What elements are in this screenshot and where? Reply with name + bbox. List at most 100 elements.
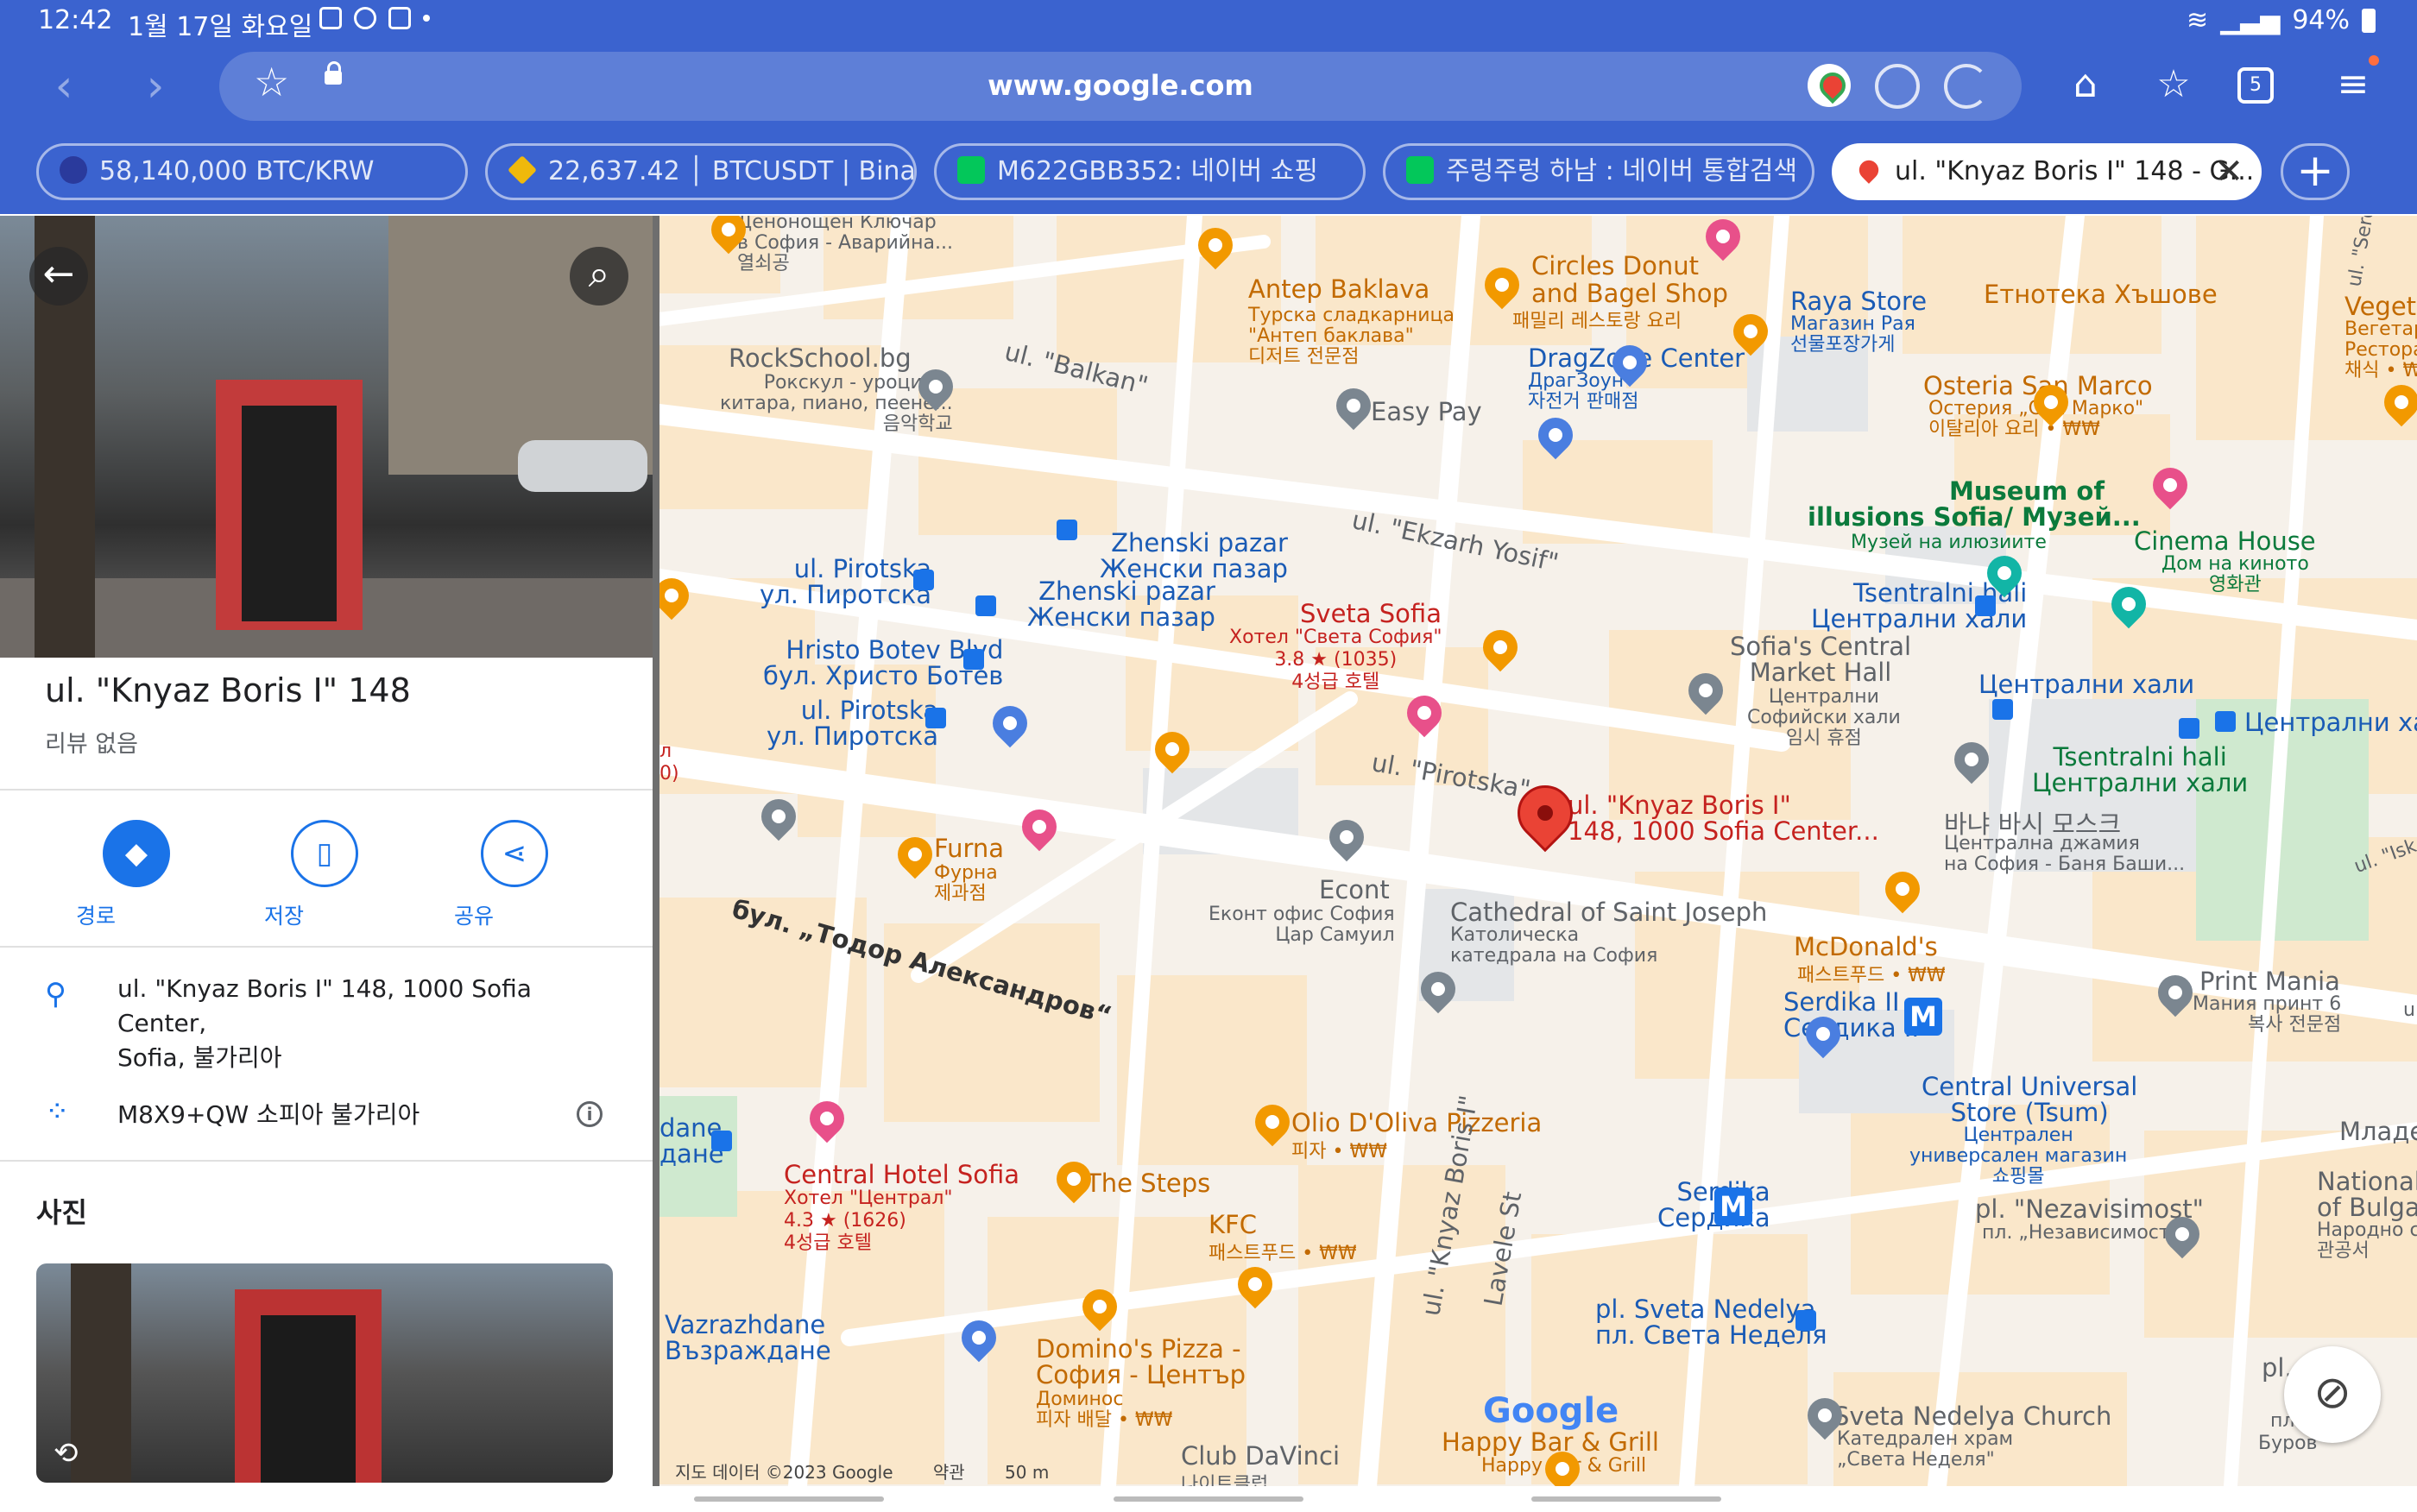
forward-button[interactable]: › — [129, 62, 181, 114]
map-label-museum[interactable]: Museum of — [1949, 476, 2105, 506]
home-icon[interactable]: ⌂ — [2061, 60, 2110, 109]
tab-naver-shopping[interactable]: M622GBB352: 네이버 쇼핑 — [934, 143, 1366, 200]
map-label-raya[interactable]: Raya Store — [1790, 287, 1927, 316]
map-label-zhenski-1[interactable]: Zhenski pazar Женски пазар — [1100, 530, 1288, 582]
menu-icon[interactable]: ≡ — [2329, 60, 2377, 109]
favorites-icon[interactable]: ☆ — [2149, 60, 2198, 109]
map-label-sveta-sofia[interactable]: Sveta Sofia — [1300, 599, 1442, 628]
metro-station-icon[interactable]: M — [1904, 998, 1942, 1036]
bus-stop-icon[interactable] — [2215, 711, 2236, 732]
map-label-dominos[interactable]: Domino's Pizza - София - Център — [1036, 1336, 1246, 1388]
back-arrow-icon[interactable]: ← — [29, 247, 88, 306]
map-label-etnoteka[interactable]: Етнотека Хъшове — [1984, 280, 2218, 309]
bus-stop-icon[interactable] — [975, 595, 996, 616]
gesture-handle[interactable] — [1531, 1496, 1721, 1502]
address-row[interactable]: ⚲ ul. "Knyaz Boris I" 148, 1000 Sofia Ce… — [0, 972, 653, 1072]
back-button[interactable]: ‹ — [38, 62, 90, 114]
map-label-cathedral-sub: Католическа катедрала на София — [1450, 924, 1658, 967]
bus-stop-icon[interactable] — [711, 1131, 732, 1151]
directions-button[interactable]: ◆ 경로 — [76, 820, 197, 929]
map-label-club-davinci[interactable]: Club DaVinci — [1181, 1441, 1340, 1471]
map-label-the-steps[interactable]: The Steps — [1086, 1169, 1210, 1198]
bus-stop-icon[interactable] — [925, 708, 946, 728]
map-label-vegeta[interactable]: Vegeta — [2344, 292, 2417, 321]
tab-binance[interactable]: 22,637.42 │ BTCUSDT | Bina... — [485, 143, 917, 200]
map-label-sveta-nedelya-sq[interactable]: pl. Sveta Nedelya пл. Света Неделя — [1595, 1296, 1827, 1348]
search-icon[interactable]: ⌕ — [570, 247, 628, 306]
divider — [0, 946, 653, 948]
save-button[interactable]: ▯ 저장 — [264, 820, 385, 929]
map-label-tsum[interactable]: Central Universal Store (Tsum) — [1922, 1074, 2137, 1125]
map-label-cinema[interactable]: Cinema House — [2134, 526, 2316, 556]
street-edge: u — [2403, 999, 2415, 1021]
tab-btc-krw[interactable]: 58,140,000 BTC/KRW — [36, 143, 468, 200]
bus-stop-icon[interactable] — [2179, 718, 2199, 739]
gesture-handle[interactable] — [1114, 1496, 1303, 1502]
location-pin-icon: ⚲ — [45, 977, 66, 1011]
plus-code-row[interactable]: ⁘ M8X9+QW 소피아 불가리아 i — [0, 1094, 653, 1146]
map-label-furna[interactable]: Furna — [934, 834, 1004, 863]
panel-resize-handle[interactable] — [653, 216, 659, 1486]
map-label-tsentralni-2[interactable]: Tsentralni hali Централни хали — [2032, 744, 2248, 796]
map-label-nezavisimost[interactable]: pl. "Nezavisimost" — [1975, 1194, 2204, 1224]
map-label-antep[interactable]: Antep Baklava — [1248, 274, 1429, 304]
map-label-circles[interactable]: Circles Donut and Bagel Shop — [1531, 252, 1728, 307]
maps-app-icon[interactable] — [1808, 64, 1851, 107]
tab-count-button[interactable]: 5 — [2237, 67, 2274, 104]
bus-stop-icon[interactable] — [963, 649, 984, 670]
map-label-sveta-nedelya-church[interactable]: Sveta Nedelya Church — [1833, 1402, 2111, 1431]
map-canvas[interactable]: Денонощен Ключар в София - Аварийна... 열쇠공… — [659, 216, 2417, 1486]
bus-stop-icon[interactable] — [1975, 595, 1996, 616]
map-label-serdika-2[interactable]: Serdika II Сердика II — [1783, 989, 1919, 1041]
map-label-vazrazhdane[interactable]: Vazrazhdane Възраждане — [665, 1312, 831, 1364]
gesture-handle[interactable] — [694, 1496, 884, 1502]
map-label-centralni-hali[interactable]: Централни хали — [1978, 670, 2194, 699]
map-label-vegeta-sub: ВегетарРесторан채식 • ₩ — [2344, 318, 2417, 381]
share-button[interactable]: ⋖ 공유 — [454, 820, 575, 929]
tab-naver-search[interactable]: 주렁주렁 하남 : 네이버 통합검색 — [1383, 143, 1814, 200]
map-label-central-market[interactable]: Sofia's Central Market Hall — [1730, 633, 1911, 685]
address-bar[interactable]: ☆ www.google.com — [219, 52, 2022, 121]
map-label-kfc[interactable]: KFC — [1208, 1210, 1257, 1239]
recenter-location-button[interactable]: ⊘ — [2284, 1346, 2381, 1443]
map-label-cathedral[interactable]: Cathedral of Saint Joseph — [1450, 898, 1767, 927]
map-label-denonosht[interactable]: Денонощен Ключар в София - Аварийна... 열쇠공 — [737, 216, 953, 274]
gallery-icon — [319, 7, 342, 29]
map-label-econt[interactable]: Econt — [1319, 875, 1390, 904]
bus-stop-icon[interactable] — [913, 570, 934, 590]
map-label-zhenski-2[interactable]: Zhenski pazar Женски пазар — [1027, 578, 1215, 630]
close-tab-icon[interactable]: ✕ — [2214, 146, 2243, 198]
info-icon[interactable]: i — [577, 1101, 603, 1127]
download-icon[interactable] — [1875, 64, 1920, 109]
map-label-mcdonalds-sub: 패스트푸드 • ₩₩ — [1797, 965, 1946, 986]
bus-stop-icon[interactable] — [1057, 520, 1077, 540]
map-label-easypay[interactable]: Easy Pay — [1371, 397, 1482, 426]
tab-label: 58,140,000 BTC/KRW — [99, 156, 375, 186]
map-label-national[interactable]: Nationalof Bulgar — [2317, 1169, 2417, 1220]
terms-link[interactable]: 약관 — [933, 1462, 965, 1483]
map-label-happy-bar[interactable]: Happy Bar & Grill — [1442, 1427, 1659, 1457]
url-text[interactable]: www.google.com — [219, 69, 2022, 102]
map-label-centralni-hali-2[interactable]: Централни ха — [2244, 708, 2417, 737]
bus-stop-icon[interactable] — [1992, 699, 2013, 720]
signal-icon: ▁▃▅ — [2220, 5, 2281, 35]
map-label-mcdonalds[interactable]: McDonald's — [1794, 932, 1938, 961]
map-label-selected-place[interactable]: ul. "Knyaz Boris I" 148, 1000 Sofia Cente… — [1568, 792, 1879, 844]
street-view-photo[interactable]: ← ⌕ — [0, 216, 653, 658]
new-tab-button[interactable]: + — [2281, 143, 2350, 200]
bus-stop-icon[interactable] — [1795, 1310, 1816, 1331]
map-label-pirotska-1[interactable]: ul. Pirotska ул. Пиротска — [760, 556, 931, 608]
map-label-pirotska-2[interactable]: ul. Pirotska ул. Пиротска — [767, 697, 938, 749]
photo-thumbnail[interactable]: ⟲ — [36, 1263, 613, 1483]
map-label-olio[interactable]: Olio D'Oliva Pizzeria — [1291, 1108, 1542, 1137]
map-label-print-mania[interactable]: Print Mania — [2199, 967, 2340, 996]
map-label-museum-sub: Музей на илюзиите — [1851, 532, 2047, 553]
map-label-central-hotel[interactable]: Central Hotel Sofia — [784, 1160, 1019, 1189]
map-label-rockschool[interactable]: RockSchool.bg — [729, 343, 912, 373]
metro-station-icon[interactable]: M — [1714, 1188, 1752, 1225]
map-label-nezavisimost-sub: пл. „Независимост" — [1982, 1222, 2179, 1244]
tab-google-maps[interactable]: ul. "Knyaz Boris I" 148 - G... ✕ — [1832, 143, 2262, 200]
reload-icon[interactable] — [1944, 64, 1989, 109]
map-label-mlade[interactable]: Младе — [2339, 1117, 2417, 1146]
reviews-text[interactable]: 리뷰 없음 — [45, 725, 138, 759]
